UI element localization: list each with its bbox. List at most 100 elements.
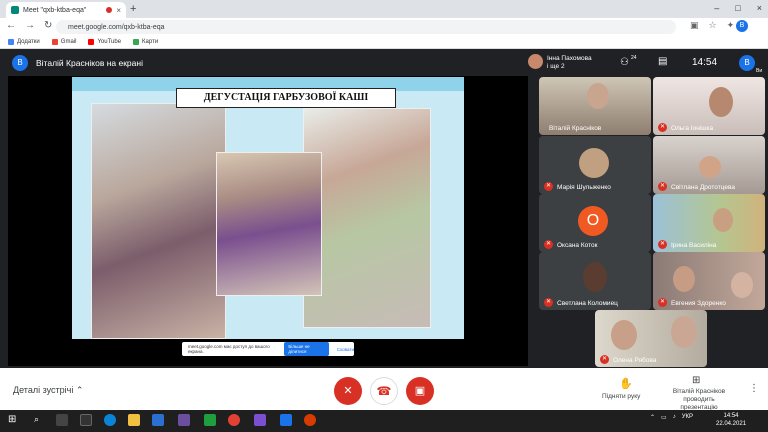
- search-icon[interactable]: ⌕: [34, 414, 46, 426]
- volume-icon[interactable]: ♪: [673, 414, 676, 421]
- participant-name: Ірина Василіна: [671, 242, 717, 249]
- slide-photo-girl-plate: [216, 152, 322, 296]
- participant-name: Евгения Здоренко: [671, 300, 726, 307]
- phone-hangup-icon: ☎: [376, 384, 392, 398]
- self-label: Ви: [756, 68, 763, 74]
- participant-tile[interactable]: ✕ Ірина Василіна: [653, 194, 765, 252]
- new-tab-button[interactable]: +: [130, 3, 136, 15]
- chat-icon[interactable]: ▤: [658, 56, 667, 67]
- slide-photo-children-eating: [91, 103, 226, 339]
- bookmark-youtube[interactable]: YouTube: [88, 39, 121, 45]
- participant-avatar: [579, 148, 609, 178]
- chevron-up-icon[interactable]: ⌃: [650, 414, 655, 421]
- tab-close-icon[interactable]: ×: [116, 6, 121, 15]
- maximize-button[interactable]: □: [735, 3, 740, 13]
- stop-sharing-button[interactable]: Більше не ділитися: [284, 342, 329, 356]
- presenting-name: Віталій Красніков: [672, 388, 726, 395]
- presenter-avatar: В: [12, 55, 28, 71]
- participant-tile[interactable]: ✕ Светлана Коломиец: [539, 252, 651, 310]
- participant-tile[interactable]: ✕ Олена Рябова: [595, 310, 707, 367]
- meeting-details-button[interactable]: Деталі зустрічі ⌃: [13, 385, 83, 396]
- camera-blocked-icon[interactable]: ▣: [690, 20, 699, 31]
- recording-icon: [106, 7, 113, 13]
- browser-tab[interactable]: Meet "qxb-ktba-eqa" ×: [6, 2, 126, 18]
- edge-icon[interactable]: [104, 414, 116, 426]
- task-view-icon[interactable]: [56, 414, 68, 426]
- mic-off-icon: ✕: [658, 182, 667, 191]
- participant-video: [673, 266, 695, 292]
- participant-video: [587, 83, 609, 109]
- taskbar-date: 22.04.2021: [716, 421, 747, 427]
- url-text: meet.google.com/qxb-ktba-eqa: [68, 23, 165, 31]
- hide-notification-button[interactable]: Сховати: [337, 347, 354, 352]
- app-window-icon[interactable]: [80, 414, 92, 426]
- gmail-icon: [51, 39, 58, 45]
- forward-icon[interactable]: →: [25, 20, 35, 31]
- presenter-title: Віталій Красніков на екрані: [36, 58, 143, 68]
- more-options-icon[interactable]: ⋮: [749, 383, 759, 394]
- presenting-status[interactable]: Віталій Красніков проводить презентацію: [668, 388, 730, 412]
- participant-name: Светлана Коломиец: [557, 300, 618, 307]
- participant-tile[interactable]: Віталій Красніков: [539, 77, 651, 135]
- reload-icon[interactable]: ↻: [44, 20, 52, 31]
- star-icon[interactable]: ☆: [709, 20, 717, 31]
- window-controls: – □ ×: [714, 3, 762, 13]
- participant-tile[interactable]: ✕ Евгения Здоренко: [653, 252, 765, 310]
- bookmark-label: YouTube: [97, 39, 122, 45]
- mic-off-icon: ✕: [658, 240, 667, 249]
- app-icon[interactable]: [304, 414, 316, 426]
- top-participant-more: і ще 2: [547, 63, 565, 70]
- participant-count: 24: [631, 55, 637, 61]
- bookmark-gmail[interactable]: Gmail: [51, 39, 76, 45]
- bookmark-maps[interactable]: Карти: [133, 39, 158, 45]
- participant-name: Марія Шульженко: [557, 184, 611, 191]
- participant-name: Ольга Іонішка: [671, 125, 714, 132]
- app-icon[interactable]: [178, 414, 190, 426]
- people-icon[interactable]: ⚇: [620, 57, 629, 68]
- app-icon[interactable]: [280, 414, 292, 426]
- taskbar-clock[interactable]: 14:54 22.04.2021: [716, 412, 746, 428]
- file-explorer-icon[interactable]: [128, 414, 140, 426]
- participant-avatar: [528, 54, 543, 69]
- participant-initial-avatar: О: [578, 206, 608, 236]
- mic-off-icon: ✕: [600, 355, 609, 364]
- maps-icon: [133, 39, 140, 45]
- tab-title: Meet "qxb-ktba-eqa": [23, 6, 87, 14]
- close-window-button[interactable]: ×: [757, 3, 762, 13]
- mic-off-icon: ✕: [343, 385, 353, 397]
- app-icon[interactable]: [204, 414, 216, 426]
- network-icon[interactable]: ▭: [661, 414, 667, 421]
- language-indicator[interactable]: УКР: [682, 414, 693, 421]
- apps-icon: [8, 39, 14, 45]
- mic-off-icon: ✕: [658, 298, 667, 307]
- chrome-icon[interactable]: [228, 414, 240, 426]
- participant-tile[interactable]: ✕ Марія Шульженко: [539, 136, 651, 194]
- participant-video: [671, 316, 697, 348]
- profile-avatar[interactable]: В: [736, 20, 748, 32]
- participant-name: Світлана Дрототцева: [671, 184, 735, 191]
- participant-tile[interactable]: О ✕ Оксана Коток: [539, 194, 651, 252]
- meeting-clock: 14:54: [692, 57, 718, 68]
- participant-tile[interactable]: ✕ Ольга Іонішка: [653, 77, 765, 135]
- viber-icon[interactable]: [254, 414, 266, 426]
- participant-video: [713, 208, 733, 232]
- screen-share-notification: meet.google.com має доступ до вашого екр…: [182, 342, 354, 356]
- mail-icon[interactable]: [152, 414, 164, 426]
- mic-off-icon: ✕: [658, 123, 667, 132]
- present-screen-icon[interactable]: ⊞: [692, 375, 700, 386]
- participant-avatar: [583, 262, 607, 292]
- windows-start-icon[interactable]: ⊞: [8, 414, 16, 425]
- back-icon[interactable]: ←: [6, 20, 16, 31]
- camera-toggle-button[interactable]: ▣: [406, 377, 434, 405]
- address-bar[interactable]: meet.google.com/qxb-ktba-eqa: [56, 20, 676, 34]
- extensions-icon[interactable]: ✦: [727, 20, 735, 31]
- leave-call-button[interactable]: ☎: [370, 377, 398, 405]
- bookmark-apps[interactable]: Додатки: [8, 39, 40, 45]
- self-avatar[interactable]: В: [739, 55, 755, 71]
- mic-toggle-button[interactable]: ✕: [334, 377, 362, 405]
- participant-tile[interactable]: ✕ Світлана Дрототцева: [653, 136, 765, 194]
- slide-title: ДЕГУСТАЦІЯ ГАРБУЗОВОЇ КАШІ: [176, 88, 396, 108]
- minimize-button[interactable]: –: [714, 3, 719, 13]
- raise-hand-label[interactable]: Підняти руку: [602, 393, 640, 400]
- raise-hand-icon[interactable]: ✋: [619, 377, 633, 390]
